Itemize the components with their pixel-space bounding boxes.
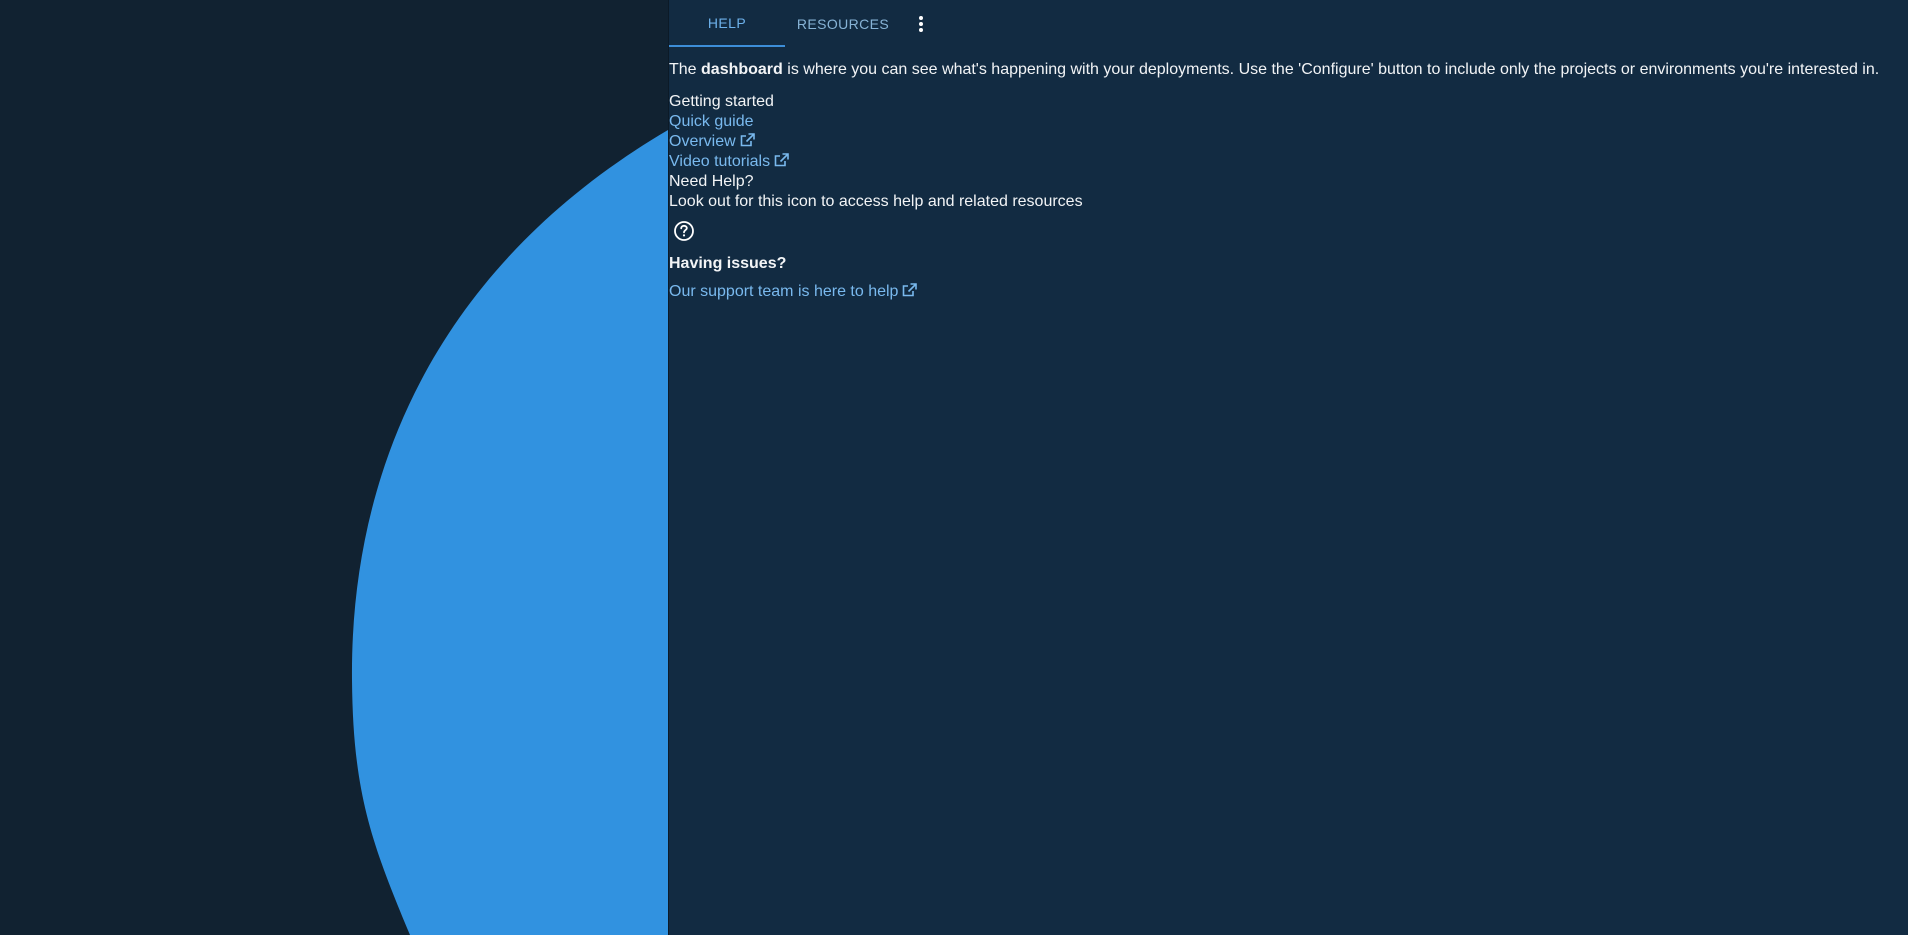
having-issues-heading: Having issues? xyxy=(669,255,787,272)
vertical-ellipsis-icon xyxy=(919,15,923,32)
overview-label: Overview xyxy=(669,133,736,150)
intro-suffix: is where you can see what's happening wi… xyxy=(782,61,1880,78)
support-team-link[interactable]: Our support team is here to help xyxy=(669,282,918,302)
more-options-button[interactable] xyxy=(901,0,941,47)
help-panel: HELP RESOURCES The dashboard is where yo… xyxy=(668,0,1908,935)
video-tutorials-link[interactable]: Video tutorials xyxy=(669,152,789,172)
intro-bold: dashboard xyxy=(701,61,783,78)
tab-help[interactable]: HELP xyxy=(669,0,785,47)
tab-bar: HELP RESOURCES xyxy=(669,0,1908,47)
help-icon-example xyxy=(673,220,1908,244)
overview-link[interactable]: Overview xyxy=(669,132,755,152)
help-content: The dashboard is where you can see what'… xyxy=(669,60,1908,302)
tab-resources[interactable]: RESOURCES xyxy=(785,0,901,47)
need-help-heading: Need Help? xyxy=(669,173,754,190)
background-pane xyxy=(0,0,668,935)
external-link-icon xyxy=(740,133,755,147)
quick-guide-label: Quick guide xyxy=(669,113,754,130)
decorative-blue-shape xyxy=(351,130,668,935)
external-link-icon xyxy=(774,153,789,167)
support-team-label: Our support team is here to help xyxy=(669,283,899,300)
question-circle-icon xyxy=(674,221,694,241)
dashboard-intro: The dashboard is where you can see what'… xyxy=(669,60,1908,80)
video-tutorials-label: Video tutorials xyxy=(669,153,771,170)
need-help-text: Look out for this icon to access help an… xyxy=(669,193,1083,210)
intro-prefix: The xyxy=(669,61,702,78)
quick-guide-link[interactable]: Quick guide xyxy=(669,112,754,132)
external-link-icon xyxy=(903,283,918,297)
getting-started-heading: Getting started xyxy=(669,93,774,110)
